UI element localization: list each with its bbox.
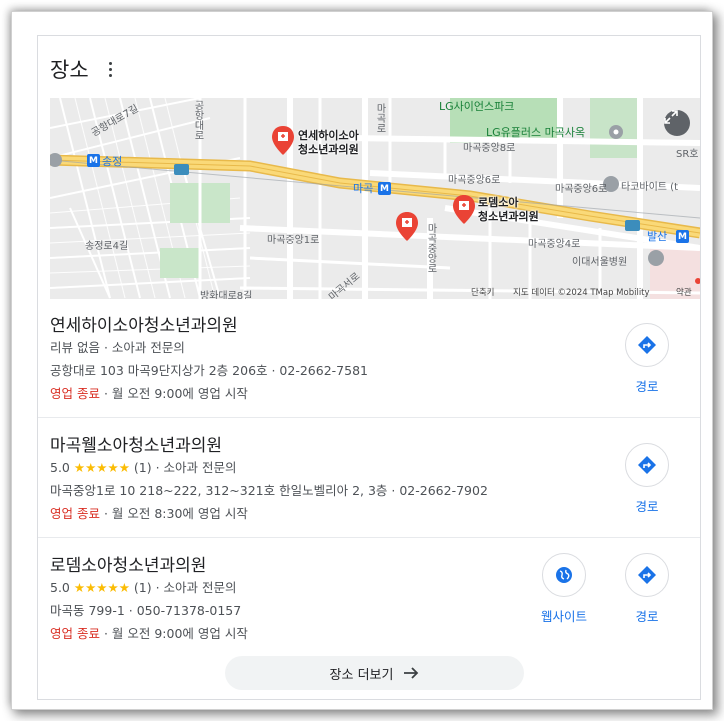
label-lg-science: LG사이언스파크 bbox=[439, 100, 515, 113]
rating-value: 5.0 bbox=[50, 580, 70, 595]
map[interactable]: LG사이언스파크 LG유플러스 마곡사옥 마곡중앙8로 마곡중앙6로 마곡중앙6… bbox=[50, 98, 700, 299]
window-frame: 장소 LG사이언스파크 LG유플러스 마곡사옥 마곡중앙8로 마곡중앙6로 마곡… bbox=[12, 12, 712, 709]
label-songjeong-4: 송정로4길 bbox=[85, 241, 129, 252]
place-hours: 영업 종료 · 월 오전 9:00에 영업 시작 bbox=[50, 386, 248, 401]
status-closed: 영업 종료 bbox=[50, 626, 100, 641]
more-places-label[interactable]: 장소 더보기 bbox=[330, 664, 394, 683]
section-title: 장소 bbox=[50, 58, 89, 82]
star-rating-icon: ★★★★★ bbox=[73, 460, 130, 475]
place-meta: 5.0 ★★★★★ (1) · 소아과 전문의 bbox=[50, 577, 237, 596]
directions-label[interactable]: 경로 bbox=[635, 496, 658, 515]
label-magok-jungang-6: 마곡중앙6로 bbox=[448, 175, 501, 186]
map-pin-label-rodem[interactable]: 로뎀소아 청소년과의원 bbox=[478, 196, 539, 224]
more-places-button[interactable]: 장소 더보기 bbox=[225, 656, 524, 690]
place-name[interactable]: 연세하이소아청소년과의원 bbox=[50, 311, 238, 336]
metro-icon: M bbox=[87, 154, 100, 167]
directions-icon[interactable] bbox=[625, 553, 669, 597]
keyboard-shortcuts-link[interactable]: 단축키 bbox=[471, 286, 494, 298]
place-name[interactable]: 로뎀소아청소년과의원 bbox=[50, 551, 206, 576]
place-item[interactable]: 마곡웰소아청소년과의원 5.0 ★★★★★ (1) · 소아과 전문의 마곡중앙… bbox=[38, 419, 700, 538]
status-closed: 영업 종료 bbox=[50, 506, 100, 521]
website-button[interactable]: 웹사이트 bbox=[532, 553, 596, 625]
review-count: (1) · 소아과 전문의 bbox=[133, 580, 237, 595]
globe-icon[interactable] bbox=[542, 553, 586, 597]
label-sr: SR호 bbox=[676, 149, 699, 160]
place-address: 마곡중앙1로 10 218~222, 312~321호 한일노벨리아 2, 3층… bbox=[50, 483, 488, 498]
place-item[interactable]: 연세하이소아청소년과의원 리뷰 없음 · 소아과 전문의 공항대로 103 마곡… bbox=[38, 299, 700, 418]
rating-value: 5.0 bbox=[50, 460, 70, 475]
section-header: 장소 bbox=[50, 54, 121, 84]
label-magok-jungang-8: 마곡중앙8로 bbox=[463, 143, 516, 154]
directions-icon[interactable] bbox=[625, 443, 669, 487]
directions-button[interactable]: 경로 bbox=[615, 443, 679, 515]
label-balsan-station: 발산 bbox=[647, 230, 668, 243]
label-magok-station: 마곡 bbox=[353, 182, 374, 195]
directions-button[interactable]: 경로 bbox=[615, 323, 679, 395]
star-rating-icon: ★★★★★ bbox=[73, 580, 130, 595]
place-name[interactable]: 마곡웰소아청소년과의원 bbox=[50, 431, 222, 456]
label-lg-uplus: LG유플러스 마곡사옥 bbox=[486, 126, 586, 139]
label-magok-jungang-6b: 마곡중앙6로 bbox=[555, 184, 608, 195]
places-card: 장소 LG사이언스파크 LG유플러스 마곡사옥 마곡중앙8로 마곡중앙6로 마곡… bbox=[37, 35, 701, 700]
terms-link[interactable]: 약관 bbox=[676, 286, 692, 298]
review-count: (1) · 소아과 전문의 bbox=[133, 460, 237, 475]
more-vert-icon[interactable] bbox=[101, 57, 121, 81]
status-closed: 영업 종료 bbox=[50, 386, 100, 401]
arrow-right-icon bbox=[404, 667, 419, 679]
label-banghwa-8: 방화대로8길 bbox=[200, 291, 253, 299]
map-pin-label-yonsei[interactable]: 연세하이소아 청소년과의원 bbox=[298, 129, 359, 157]
place-hours: 영업 종료 · 월 오전 9:00에 영업 시작 bbox=[50, 626, 248, 641]
place-meta: 리뷰 없음 · 소아과 전문의 bbox=[50, 340, 185, 355]
metro-icon: M bbox=[378, 182, 391, 195]
map-data-attribution: 지도 데이터 ©2024 TMap Mobility bbox=[513, 288, 650, 298]
label-gonghang-daero-v: 공항대로 bbox=[192, 100, 203, 140]
place-address: 마곡동 799-1 · 050-71378-0157 bbox=[50, 603, 242, 618]
expand-icon[interactable] bbox=[664, 110, 690, 136]
place-item[interactable]: 로뎀소아청소년과의원 5.0 ★★★★★ (1) · 소아과 전문의 마곡동 7… bbox=[38, 539, 700, 657]
label-magok-jungang-4: 마곡중앙4로 bbox=[528, 239, 581, 250]
metro-icon: M bbox=[676, 230, 689, 243]
website-label[interactable]: 웹사이트 bbox=[541, 606, 587, 625]
directions-icon[interactable] bbox=[625, 323, 669, 367]
label-magok-jungang-1: 마곡중앙1로 bbox=[267, 235, 320, 246]
place-meta: 5.0 ★★★★★ (1) · 소아과 전문의 bbox=[50, 457, 237, 476]
place-address: 공항대로 103 마곡9단지상가 2층 206호 · 02-2662-7581 bbox=[50, 363, 368, 378]
label-songjeong-station: 송정 bbox=[102, 155, 123, 168]
label-magok-ro: 마곡로 bbox=[374, 103, 385, 133]
label-takobite: 타코바이트 (t bbox=[621, 182, 679, 193]
directions-button[interactable]: 경로 bbox=[615, 553, 679, 625]
label-magok-jungang-ro: 마곡중앙로 bbox=[425, 223, 436, 273]
directions-label[interactable]: 경로 bbox=[635, 376, 658, 395]
place-hours: 영업 종료 · 월 오전 8:30에 영업 시작 bbox=[50, 506, 248, 521]
directions-label[interactable]: 경로 bbox=[635, 606, 658, 625]
label-ewha: 이대서울병원 bbox=[572, 257, 628, 268]
